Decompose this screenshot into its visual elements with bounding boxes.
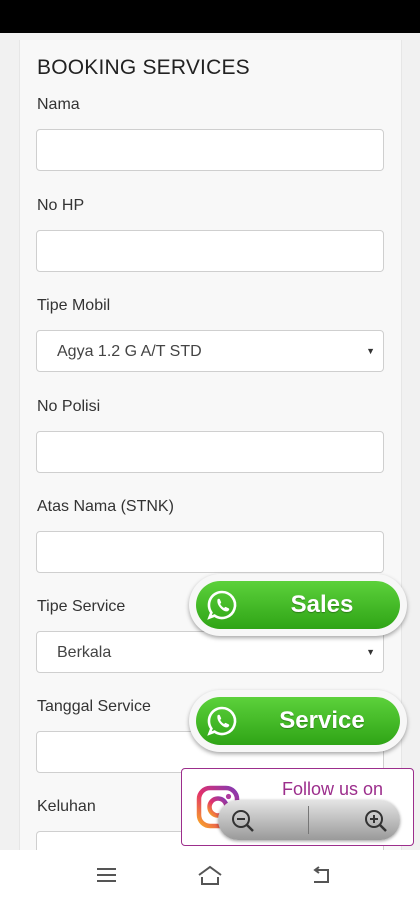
status-bar bbox=[0, 0, 420, 33]
zoom-out-button[interactable] bbox=[218, 800, 309, 840]
form-title: BOOKING SERVICES bbox=[37, 56, 250, 79]
no-hp-label: No HP bbox=[37, 197, 85, 214]
no-hp-input[interactable] bbox=[36, 230, 384, 272]
tipe-mobil-value: Agya 1.2 G A/T STD bbox=[57, 343, 202, 360]
whatsapp-sales-pill: Sales bbox=[196, 581, 400, 629]
whatsapp-icon bbox=[207, 706, 237, 736]
tanggal-service-label: Tanggal Service bbox=[37, 698, 151, 715]
tipe-mobil-label: Tipe Mobil bbox=[37, 297, 111, 314]
dropdown-arrow-icon: ▼ bbox=[366, 346, 375, 356]
keluhan-label: Keluhan bbox=[37, 798, 96, 815]
zoom-in-icon bbox=[365, 810, 387, 832]
nama-input[interactable] bbox=[36, 129, 384, 171]
dropdown-arrow-icon: ▼ bbox=[366, 647, 375, 657]
whatsapp-service-label: Service bbox=[279, 707, 365, 734]
menu-icon[interactable] bbox=[94, 864, 122, 886]
whatsapp-sales-button[interactable]: Sales bbox=[189, 574, 407, 636]
zoom-control bbox=[218, 800, 400, 840]
whatsapp-icon bbox=[207, 590, 237, 620]
home-icon[interactable] bbox=[196, 864, 224, 886]
tipe-mobil-select[interactable]: Agya 1.2 G A/T STD ▼ bbox=[36, 330, 384, 372]
nama-label: Nama bbox=[37, 96, 80, 113]
atas-nama-input[interactable] bbox=[36, 531, 384, 573]
tipe-service-value: Berkala bbox=[57, 644, 112, 661]
zoom-in-button[interactable] bbox=[309, 800, 400, 840]
follow-us-text: Follow us on bbox=[282, 779, 384, 799]
atas-nama-label: Atas Nama (STNK) bbox=[37, 498, 174, 515]
whatsapp-sales-label: Sales bbox=[290, 591, 354, 618]
tipe-service-select[interactable]: Berkala ▼ bbox=[36, 631, 384, 673]
navigation-bar bbox=[0, 850, 420, 900]
zoom-out-icon bbox=[232, 810, 254, 832]
no-polisi-input[interactable] bbox=[36, 431, 384, 473]
back-icon[interactable] bbox=[308, 864, 336, 886]
no-polisi-label: No Polisi bbox=[37, 398, 101, 415]
whatsapp-service-button[interactable]: Service bbox=[189, 690, 407, 752]
whatsapp-service-pill: Service bbox=[196, 697, 400, 745]
tipe-service-label: Tipe Service bbox=[37, 598, 126, 615]
